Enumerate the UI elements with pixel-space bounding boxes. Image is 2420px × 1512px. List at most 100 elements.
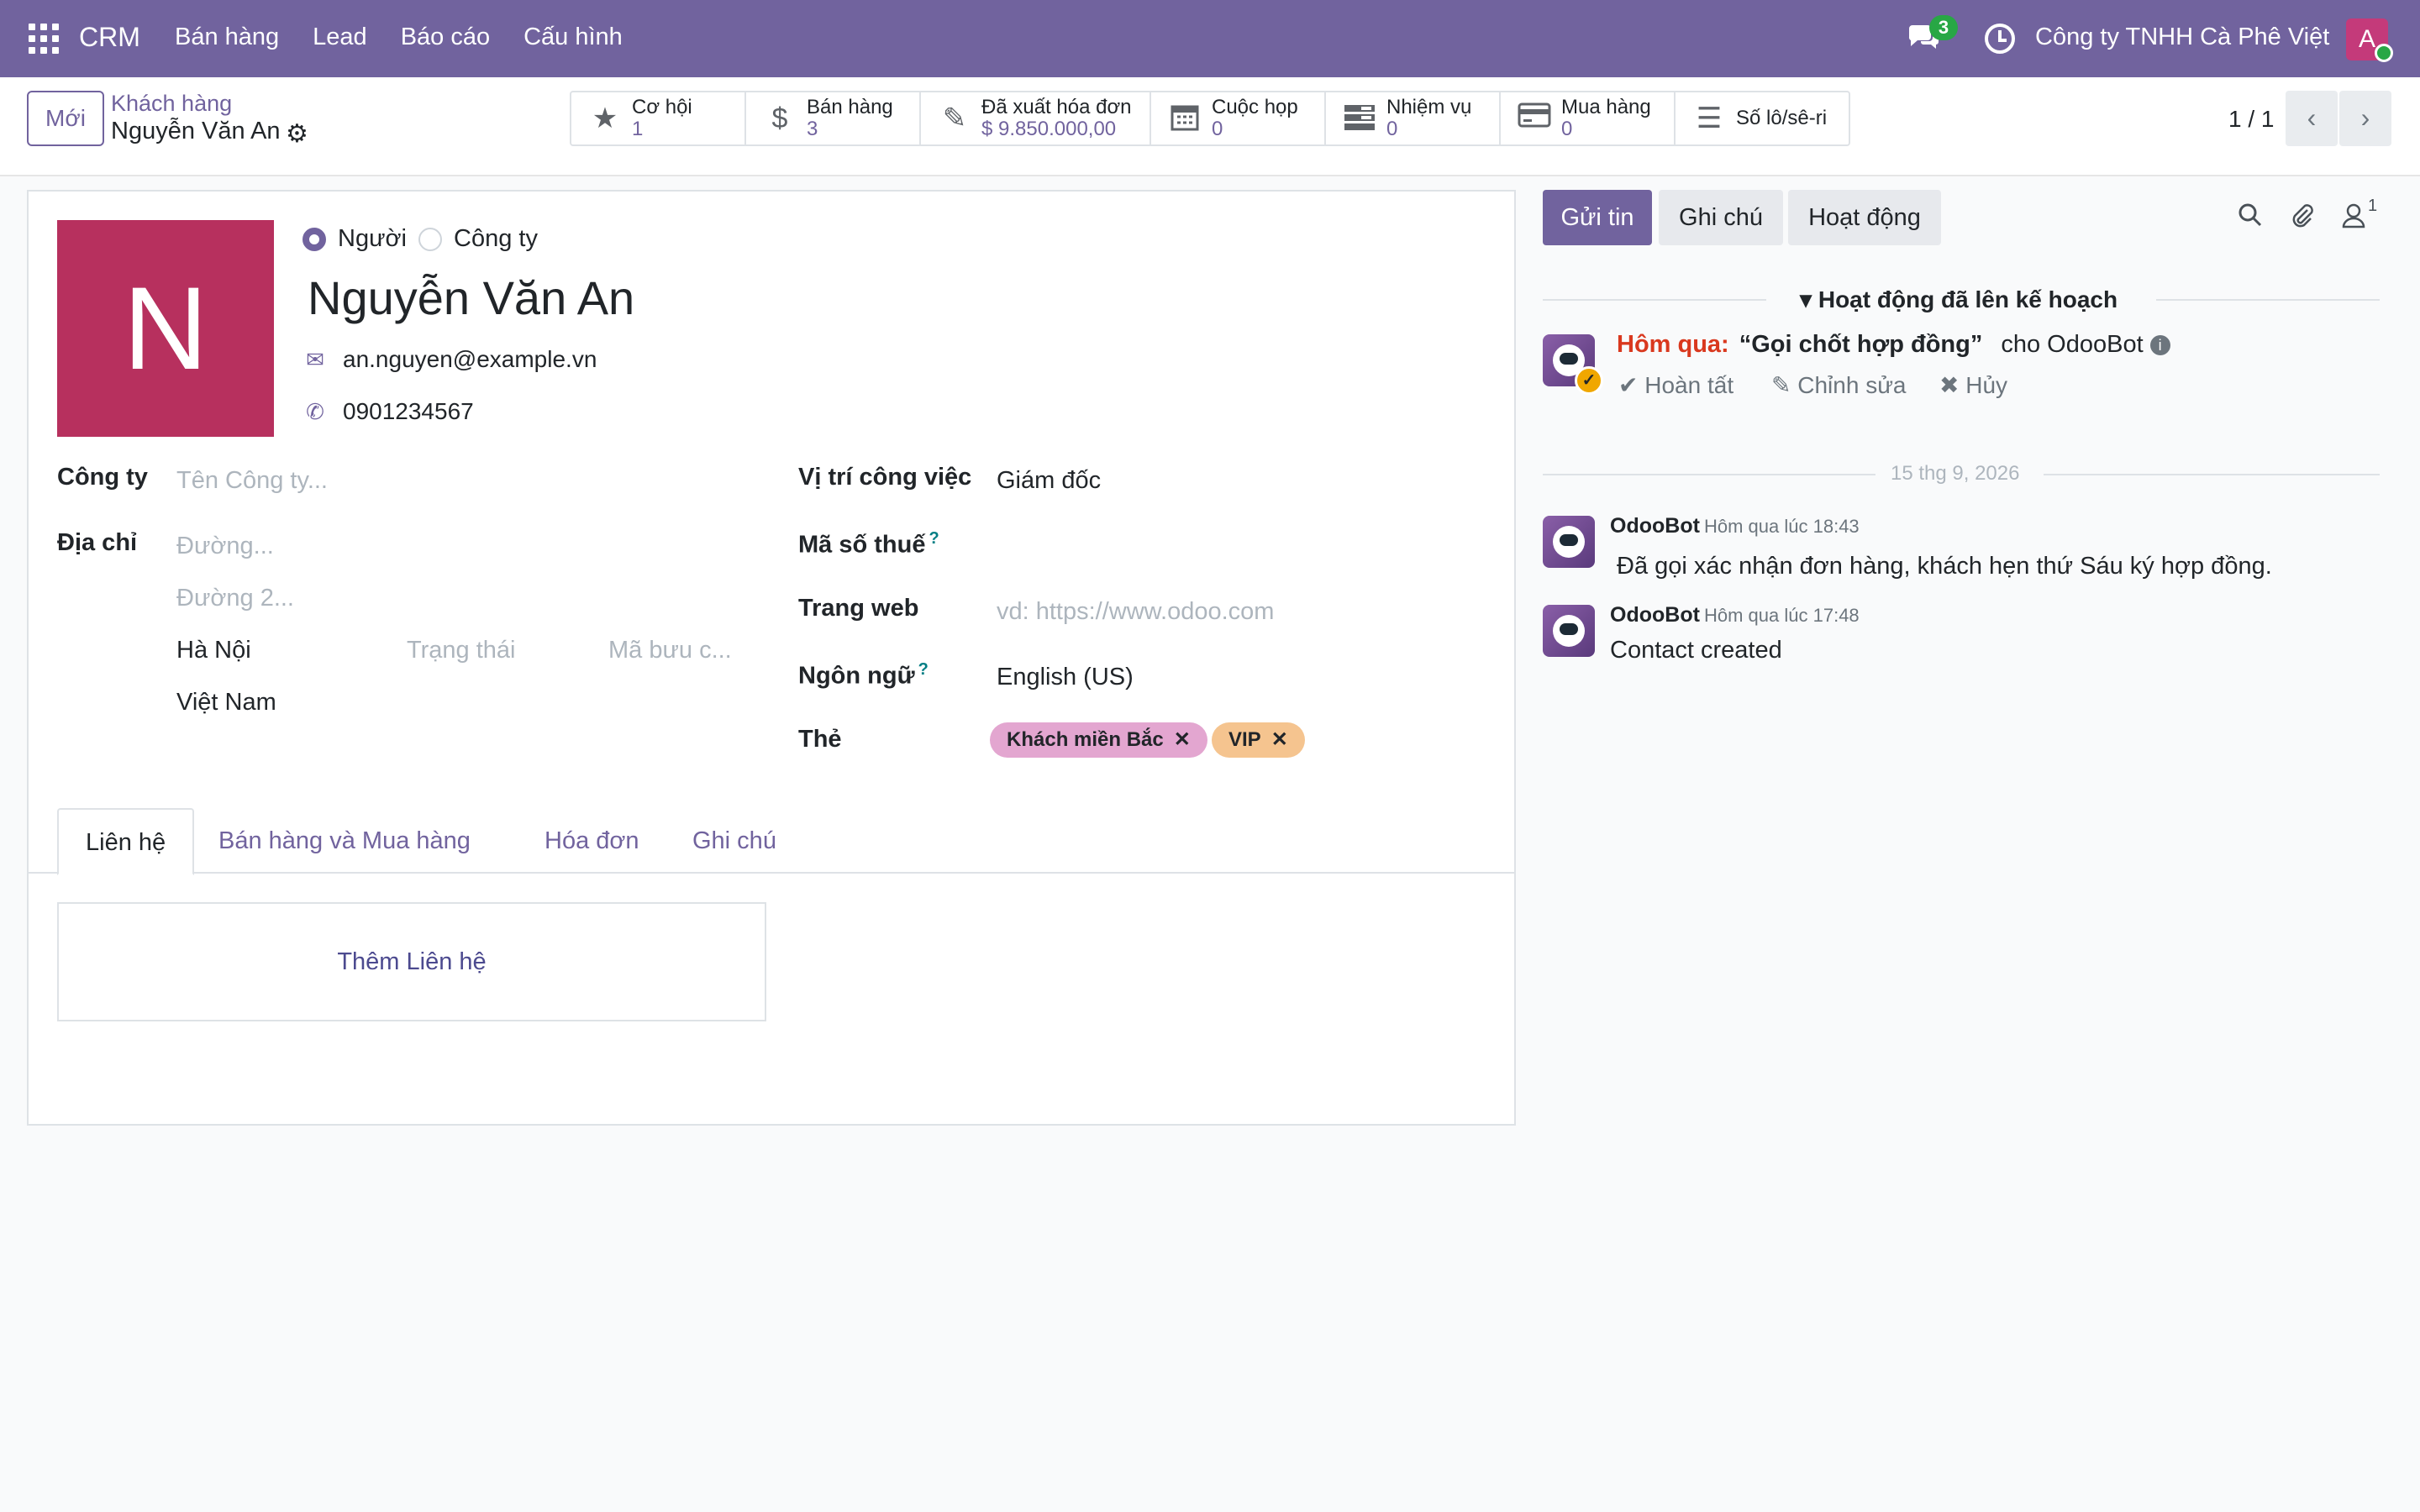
search-icon[interactable] [2237,202,2264,235]
company-switcher[interactable]: Công ty TNHH Cà Phê Việt [2035,24,2329,51]
odoobot-avatar [1543,516,1595,568]
partner-name-field[interactable]: Nguyễn Văn An [308,270,634,325]
language-select[interactable]: English (US) [997,664,1134,691]
menu-item-lead[interactable]: Lead [313,24,367,51]
radio-selected-icon [302,227,326,251]
breadcrumb-customers[interactable]: Khách hàng [111,91,232,117]
website-label: Trang web [798,595,919,622]
tag-vip[interactable]: VIP ✕ [1212,722,1305,758]
company-input[interactable]: Tên Công ty... [176,467,328,495]
separator [2156,299,2380,301]
cancel-activity-button[interactable]: ✖ Hủy [1939,371,2007,399]
list-icon: ☰ [1696,102,1723,134]
stat-button-tasks[interactable]: Nhiệm vụ 0 [1326,92,1501,144]
notebook-tabs: Liên hệ Bán hàng và Mua hàng Hóa đơn Ghi… [29,808,1514,875]
calendar-icon [1168,102,1202,135]
city-input[interactable]: Hà Nội [176,637,251,664]
tasks-icon [1343,102,1376,135]
vat-input[interactable] [997,533,1467,563]
radio-person[interactable]: Người [302,225,407,253]
smart-buttons: ★ Cơ hội 1 $ Bán hàng 3 ✎ Đã xuất hóa đơn $… [570,91,1850,146]
email-field[interactable]: ✉ an.nguyen@example.vn [302,346,597,373]
new-button[interactable]: Mới [27,91,104,146]
pencil-square-icon: ✎ [942,102,967,134]
separator [1543,299,1766,301]
stat-button-opportunities[interactable]: ★ Cơ hội 1 [571,92,746,144]
help-tooltip-icon[interactable]: ? [918,660,929,679]
stat-button-meetings[interactable]: Cuộc họp 0 [1151,92,1326,144]
zip-input[interactable]: Mã bưu c... [608,637,732,664]
menu-item-sales[interactable]: Bán hàng [175,24,279,51]
add-contact-button[interactable]: Thêm Liên hệ [57,902,766,1021]
remove-tag-icon[interactable]: ✕ [1174,728,1191,751]
user-online-status [2375,44,2393,62]
main-menu: Bán hàng Lead Báo cáo Cấu hình [175,24,623,51]
control-panel: Mới Khách hàng Nguyễn Văn An ⚙ ★ Cơ hội 1… [0,77,2420,176]
message-author[interactable]: OdooBot [1610,603,1700,627]
tag-khach-mien-bac[interactable]: Khách miền Bắc ✕ [990,722,1207,758]
gear-icon[interactable]: ⚙ [286,119,308,149]
state-input[interactable]: Trạng thái [407,637,516,664]
planned-activities-toggle[interactable]: ▾ Hoạt động đã lên kế hoạch [1800,286,2118,313]
street2-input[interactable]: Đường 2... [176,585,294,612]
menu-item-reports[interactable]: Báo cáo [401,24,490,51]
help-tooltip-icon[interactable]: ? [929,529,939,548]
stat-button-lots[interactable]: ☰ Số lô/sê-ri [1676,92,1849,144]
send-message-button[interactable]: Gửi tin [1543,190,1652,245]
tab-contacts[interactable]: Liên hệ [57,808,195,875]
message-date: Hôm qua lúc 18:43 [1704,516,1860,537]
envelope-icon: ✉ [306,346,324,372]
caret-down-icon: ▾ [1800,286,1818,312]
dollar-icon: $ [771,102,788,134]
message-body: Đã gọi xác nhận đơn hàng, khách hẹn thứ … [1617,553,2272,580]
tab-sales-purchase[interactable]: Bán hàng và Mua hàng [192,808,497,874]
separator [2044,474,2380,475]
job-position-input[interactable]: Giám đốc [997,467,1101,495]
remove-tag-icon[interactable]: ✕ [1271,728,1288,751]
message-body: Contact created [1610,637,1782,664]
form-sheet: N Người Công ty Nguyễn Văn An ✉ an.nguye… [27,190,1516,1126]
partner-avatar[interactable]: N [57,220,274,437]
edit-activity-button[interactable]: ✎ Chỉnh sửa [1771,371,1907,399]
star-icon: ★ [592,102,618,134]
activity-clock-icon[interactable] [1985,24,2015,54]
stat-button-purchases[interactable]: Mua hàng 0 [1501,92,1676,144]
language-label: Ngôn ngữ? [798,660,929,690]
planned-activity: Hôm qua: “Gọi chốt hợp đồng” cho OdooBot i [1617,331,2170,359]
message-count-badge: 3 [1929,15,1958,40]
date-separator: 15 thg 9, 2026 [1891,462,2020,485]
website-input[interactable]: vd: https://www.odoo.com [997,598,1274,626]
message-date: Hôm qua lúc 17:48 [1704,605,1860,626]
street-input[interactable]: Đường... [176,533,274,560]
activities-button[interactable]: Hoạt động [1788,190,1941,245]
odoobot-avatar [1543,605,1595,657]
check-icon: ✔ [1618,372,1645,398]
paperclip-icon[interactable] [2289,202,2316,235]
company-label: Công ty [57,464,148,491]
app-brand[interactable]: CRM [79,22,140,53]
credit-card-icon [1518,102,1551,135]
tags-label: Thẻ [798,726,842,753]
stat-button-invoiced[interactable]: ✎ Đã xuất hóa đơn $ 9.850.000,00 [921,92,1151,144]
job-position-label: Vị trí công việc [798,464,972,491]
vat-label: Mã số thuế? [798,529,939,559]
radio-company[interactable]: Công ty [418,225,538,253]
menu-item-config[interactable]: Cấu hình [523,24,623,51]
log-note-button[interactable]: Ghi chú [1659,190,1783,245]
phone-field[interactable]: ✆ 0901234567 [302,398,474,425]
phone-icon: ✆ [306,398,324,424]
mark-done-button[interactable]: ✔ Hoàn tất [1618,371,1733,399]
pager-next-icon[interactable]: › [2339,91,2391,146]
country-input[interactable]: Việt Nam [176,689,276,717]
followers-icon[interactable] [2341,202,2366,235]
pager-previous-icon[interactable]: ‹ [2286,91,2338,146]
stat-button-sales[interactable]: $ Bán hàng 3 [746,92,921,144]
close-icon: ✖ [1939,372,1966,398]
breadcrumb-current-record: Nguyễn Văn An [111,118,281,144]
apps-menu-icon[interactable] [29,24,59,54]
message-author[interactable]: OdooBot [1610,514,1700,538]
tab-notes[interactable]: Ghi chú [666,808,803,874]
pager-value: 1 / 1 [2228,106,2275,132]
tab-invoicing[interactable]: Hóa đơn [518,808,666,874]
info-icon[interactable]: i [2149,335,2170,356]
